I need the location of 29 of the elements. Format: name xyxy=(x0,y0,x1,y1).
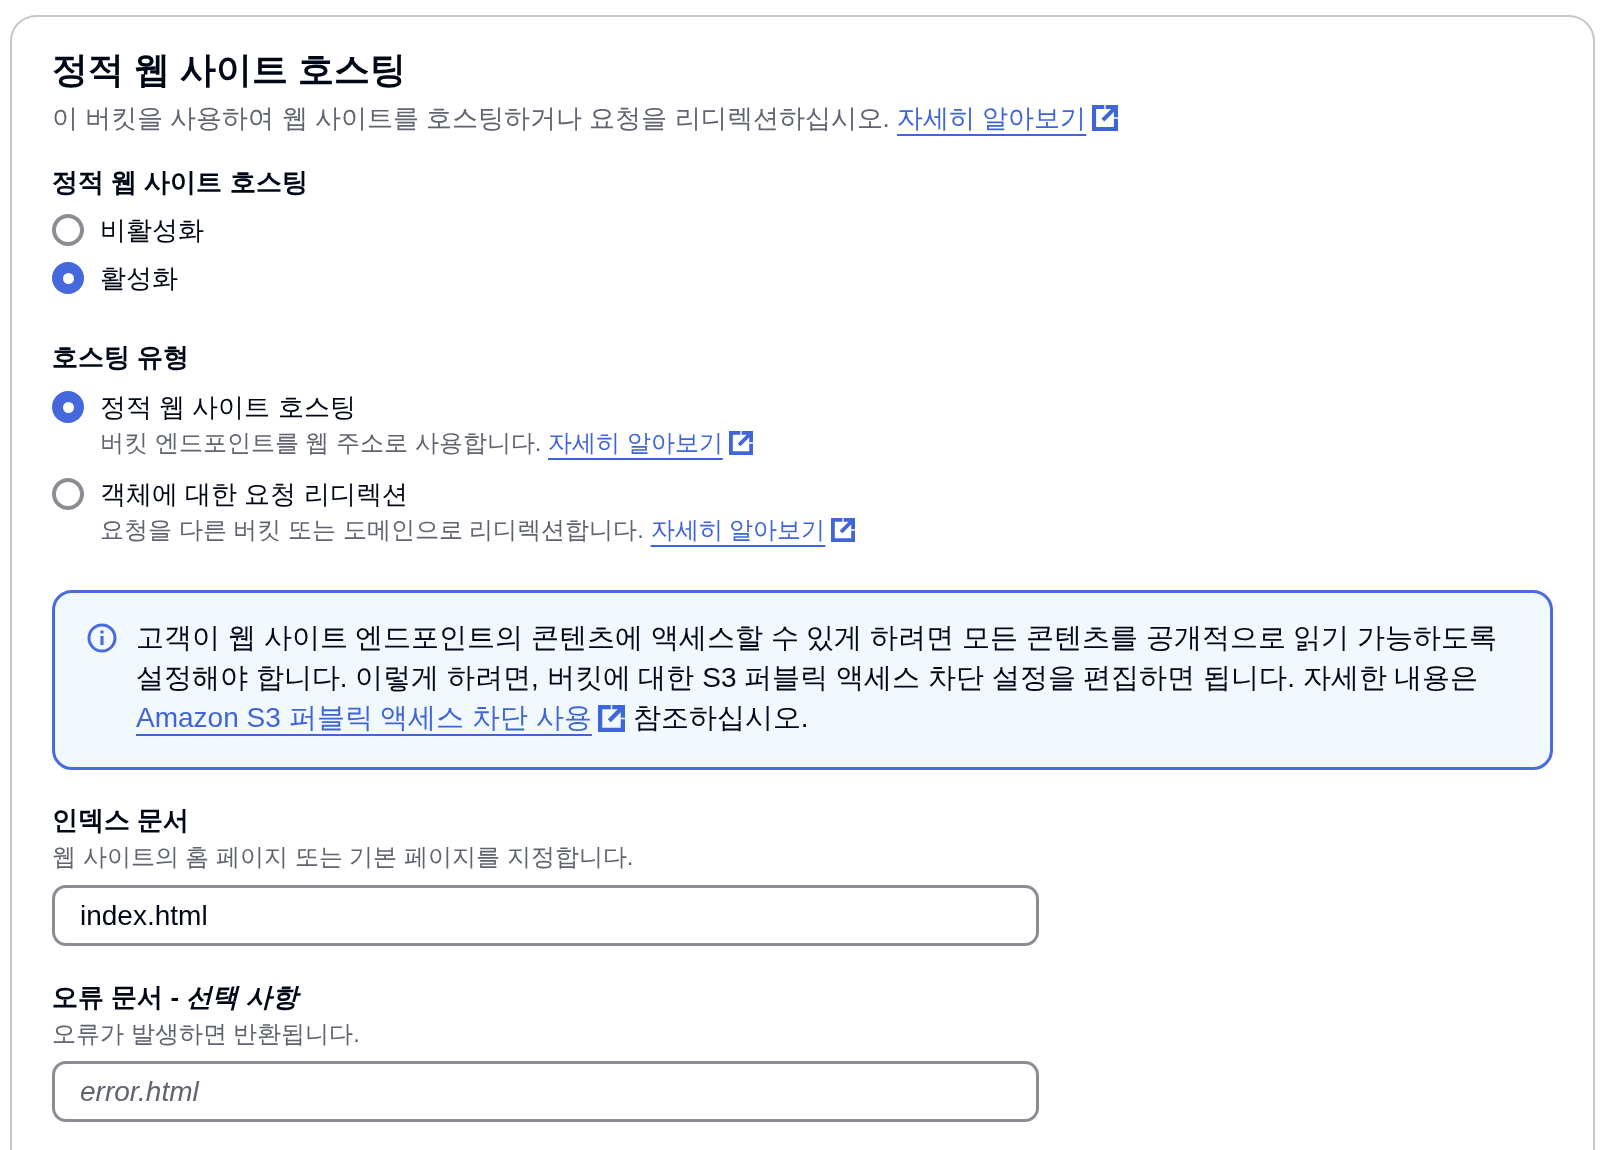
field-label: 호스팅 유형 xyxy=(52,341,190,374)
field-label: 정적 웹 사이트 호스팅 xyxy=(52,166,308,199)
external-link-icon xyxy=(728,431,753,455)
radio-button[interactable] xyxy=(52,478,84,510)
learn-more-link[interactable]: 자세히 알아보기 xyxy=(548,427,753,459)
info-link[interactable]: Amazon S3 퍼블릭 액세스 차단 사용 xyxy=(136,698,625,738)
info-icon xyxy=(87,623,117,653)
field-description: 웹 사이트의 홈 페이지 또는 기본 페이지를 지정합니다. xyxy=(52,842,634,872)
radio-label: 객체에 대한 요청 리디렉션 xyxy=(100,478,408,511)
external-link-icon xyxy=(597,704,625,732)
panel-description: 이 버킷을 사용하여 웹 사이트를 호스팅하거나 요청을 리디렉션하십시오. 자세히 알아보기 xyxy=(52,98,1119,138)
info-message: 고객이 웹 사이트 엔드포인트의 콘텐츠에 액세스할 수 있게 하려면 모든 콘텐츠를 공개적으로 읽기 가능하도록 설정해야 합니다. 이렇게 하려면, 버킷에 대한 S3 퍼블릭 액세스 차단 설정을 편집하면 됩니다. 자세한 내용은 Amazon S3 퍼블릭 액세스 차단 사용 참조하십시오. xyxy=(136,618,1526,738)
external-link-icon xyxy=(1092,105,1119,131)
radio-button[interactable] xyxy=(52,262,84,294)
external-link-icon xyxy=(831,518,856,542)
panel-title: 정적 웹 사이트 호스팅 xyxy=(52,48,406,92)
option-description: 버킷 엔드포인트를 웹 주소로 사용합니다. 자세히 알아보기 xyxy=(100,427,753,459)
option-description: 요청을 다른 버킷 또는 도메인으로 리디렉션합니다. 자세히 알아보기 xyxy=(100,514,856,546)
radio-label: 활성화 xyxy=(100,262,178,295)
radio-button[interactable] xyxy=(52,391,84,423)
radio-label: 정적 웹 사이트 호스팅 xyxy=(100,391,356,424)
error-document-input[interactable]: error.html xyxy=(52,1061,1039,1122)
radio-label: 비활성화 xyxy=(100,214,204,247)
field-description: 오류가 발생하면 반환됩니다. xyxy=(52,1019,360,1049)
learn-more-link[interactable]: 자세히 알아보기 xyxy=(897,98,1119,138)
learn-more-link[interactable]: 자세히 알아보기 xyxy=(650,514,856,546)
index-document-input[interactable]: index.html xyxy=(52,885,1039,946)
radio-button[interactable] xyxy=(52,214,84,246)
field-label: 인덱스 문서 xyxy=(52,804,190,837)
